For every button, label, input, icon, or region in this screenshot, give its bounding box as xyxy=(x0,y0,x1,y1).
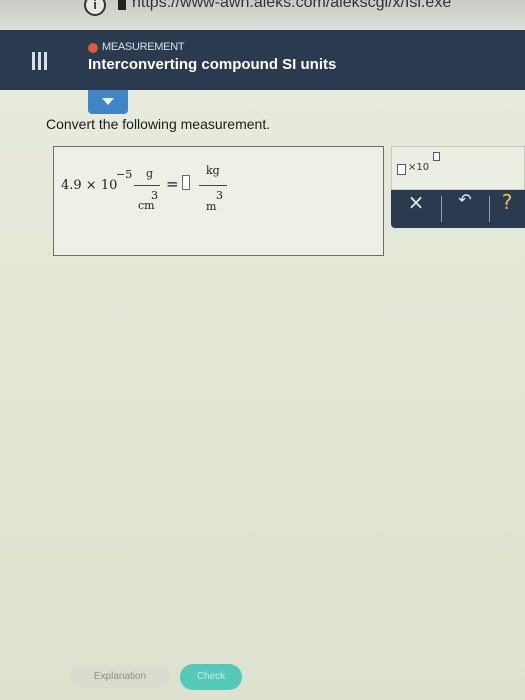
answer-input[interactable] xyxy=(182,175,190,190)
lock-icon xyxy=(118,0,126,10)
fraction-bar xyxy=(199,185,227,186)
help-button[interactable]: ? xyxy=(489,190,525,228)
exponent: −5 xyxy=(116,168,133,181)
coefficient: 4.9 × 10 xyxy=(61,178,118,193)
chevron-down-icon xyxy=(102,98,114,105)
info-icon[interactable]: i xyxy=(84,0,106,16)
address-bar[interactable]: https://www-awn.aleks.com/alekscgi/x/Isl… xyxy=(132,0,512,12)
palette-actions: × ↶ ? xyxy=(391,190,525,228)
app-header: MEASUREMENT Interconverting compound SI … xyxy=(0,30,525,90)
question-prompt: Convert the following measurement. xyxy=(46,116,271,132)
to-unit-numerator: kg xyxy=(206,164,220,177)
topic-title: Interconverting compound SI units xyxy=(88,56,337,73)
from-unit-denominator: cm xyxy=(138,199,155,212)
topic-dropdown-toggle[interactable] xyxy=(88,90,128,114)
module-title: MEASUREMENT xyxy=(102,41,185,53)
math-palette: ×10 xyxy=(391,146,525,190)
from-unit-numerator: g xyxy=(146,167,154,180)
clear-button[interactable]: × xyxy=(391,190,441,228)
to-unit-power: 3 xyxy=(216,189,223,202)
to-unit-denominator: m xyxy=(206,200,217,213)
browser-toolbar: i https://www-awn.aleks.com/alekscgi/x/I… xyxy=(0,0,525,30)
explanation-button[interactable]: Explanation xyxy=(70,666,170,688)
status-dot-icon xyxy=(88,43,98,53)
undo-button[interactable]: ↶ xyxy=(441,190,489,228)
fraction-bar xyxy=(134,185,160,186)
check-button[interactable]: Check xyxy=(180,664,242,690)
answer-area[interactable]: 4.9 × 10 −5 g 3 cm = kg 3 m xyxy=(53,146,384,256)
exponent-box-icon xyxy=(433,152,440,161)
conversion-expression: 4.9 × 10 −5 g 3 cm = kg 3 m xyxy=(54,147,383,255)
times-ten-label: ×10 xyxy=(408,162,430,173)
hamburger-menu-icon[interactable] xyxy=(32,52,48,70)
equals-sign: = xyxy=(166,175,179,193)
mantissa-box-icon xyxy=(397,164,406,175)
